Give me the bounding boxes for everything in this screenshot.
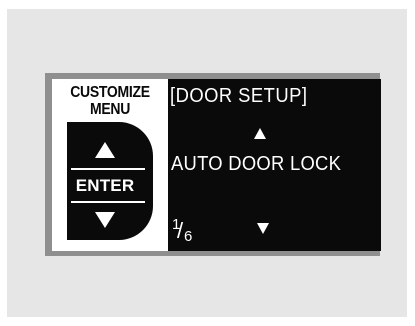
button-divider <box>71 168 145 170</box>
menu-item-label: AUTO DOOR LOCK <box>171 153 342 175</box>
enter-button[interactable]: ENTER <box>73 171 137 201</box>
customize-menu-title-line1: CUSTOMIZE <box>70 81 150 101</box>
triangle-up-icon <box>95 142 115 158</box>
page-separator: / <box>177 218 184 243</box>
down-button[interactable] <box>73 202 137 238</box>
page-total: 6 <box>184 228 193 245</box>
customize-menu-title-line2: MENU <box>89 99 131 118</box>
scroll-down-indicator-icon <box>257 223 269 234</box>
triangle-down-icon <box>95 212 115 228</box>
up-button[interactable] <box>73 132 137 168</box>
page-indicator: 1 / 6 <box>172 216 212 246</box>
customize-menu-title: CUSTOMIZE MENU <box>52 81 168 118</box>
screen-title: [DOOR SETUP] <box>170 85 308 107</box>
scroll-up-indicator-icon <box>254 128 266 139</box>
